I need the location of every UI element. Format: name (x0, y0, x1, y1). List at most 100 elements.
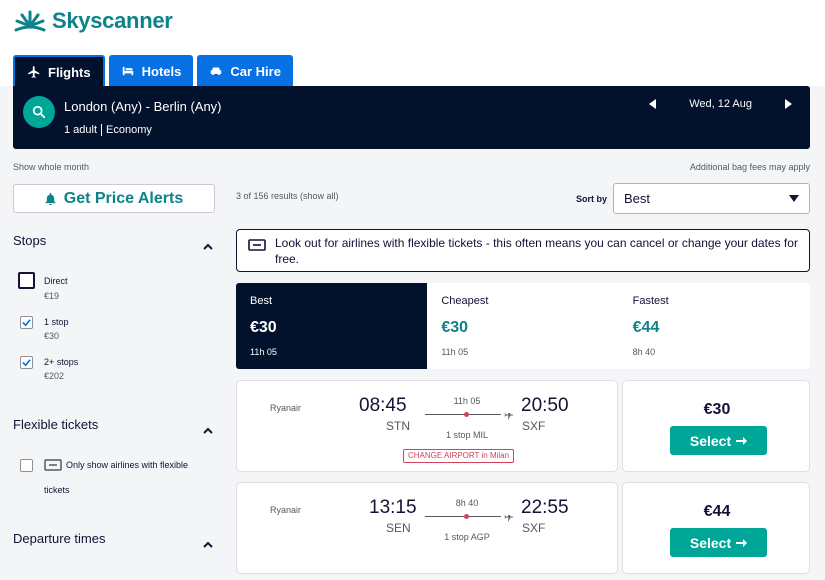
flexible-only-label: Only show airlines with flexible (66, 460, 189, 470)
flight-duration: 11h 05 (453, 396, 481, 406)
tab-hotels[interactable]: Hotels (108, 55, 194, 87)
direct-label: Direct (44, 276, 68, 286)
sort-tab-name: Cheapest (441, 295, 489, 307)
itinerary-details[interactable]: Ryanair 08:45 STN 11h 05 20:50 SXF 1 sto… (236, 380, 618, 472)
two-plus-stops-label: 2+ stops (44, 357, 79, 367)
plane-icon (502, 408, 514, 420)
departure-time: 13:15 (369, 497, 417, 518)
departure-collapse-toggle[interactable] (203, 535, 213, 548)
header: Skyscanner Flights Hotels Car Hire (0, 0, 825, 87)
route-line (425, 516, 501, 517)
previous-date-button[interactable] (647, 98, 659, 110)
chevron-down-icon (789, 195, 799, 202)
selected-date[interactable]: Wed, 12 Aug (689, 98, 752, 110)
itinerary-card[interactable]: Ryanair 13:15 SEN 8h 40 22:55 SXF 1 stop… (236, 482, 810, 574)
stops-info: 1 stop MIL (417, 430, 517, 440)
arrival-time: 20:50 (521, 395, 569, 416)
sort-by-label: Sort by (576, 194, 608, 204)
search-icon (32, 105, 46, 119)
sort-tab-cheapest[interactable]: Cheapest €30 11h 05 (427, 283, 618, 369)
itinerary-card[interactable]: Ryanair 08:45 STN 11h 05 20:50 SXF 1 sto… (236, 380, 810, 472)
stop-dot (464, 412, 469, 417)
brand-name: Skyscanner (52, 8, 173, 33)
stop-airport: MIL (473, 430, 489, 440)
flexible-collapse-toggle[interactable] (203, 421, 213, 434)
flight-duration: 8h 40 (455, 498, 479, 508)
results-count-link[interactable]: 3 of 156 results (show all) (236, 191, 339, 201)
itinerary-price-panel: €44 Select (622, 482, 810, 574)
two-plus-stops-checkbox[interactable] (20, 356, 33, 369)
car-icon (211, 67, 222, 76)
direct-price: €19 (44, 291, 60, 301)
next-date-button[interactable] (782, 98, 794, 110)
one-stop-checkbox[interactable] (20, 316, 33, 329)
sunrise-logo-icon (14, 10, 46, 32)
flexible-only-checkbox[interactable] (20, 459, 33, 472)
one-stop-label: 1 stop (44, 317, 69, 327)
route-line (425, 414, 501, 415)
date-navigator: Wed, 12 Aug (647, 98, 794, 110)
stops-count: 1 stop (445, 430, 473, 440)
notice-text: Look out for airlines with flexible tick… (275, 236, 798, 266)
one-stop-price: €30 (44, 331, 60, 341)
tab-flights[interactable]: Flights (13, 55, 105, 87)
airline-name: Ryanair (270, 505, 302, 515)
sort-tab-duration: 11h 05 (250, 347, 277, 357)
tab-label: Flights (48, 64, 91, 80)
direct-checkbox[interactable] (18, 272, 35, 289)
itinerary-price: €30 (703, 401, 731, 418)
departure-times-title[interactable]: Departure times (13, 531, 105, 546)
arrival-airport: SXF (522, 521, 546, 535)
select-button[interactable]: Select (670, 528, 767, 557)
arrow-right-icon (736, 538, 748, 547)
sort-select[interactable]: Best (613, 183, 810, 214)
tab-label: Hotels (141, 63, 182, 79)
change-airport-warning: CHANGE AIRPORT in Milan (403, 449, 515, 463)
flexible-only-label-cont: tickets (44, 485, 70, 495)
tab-car-hire[interactable]: Car Hire (197, 55, 293, 87)
select-button[interactable]: Select (670, 426, 767, 455)
departure-airport: STN (386, 419, 410, 433)
chevron-up-icon (203, 427, 213, 434)
arrow-right-icon (736, 436, 748, 445)
chevron-up-icon (203, 243, 213, 250)
stop-airport: AGP (470, 532, 490, 542)
flexible-tickets-title[interactable]: Flexible tickets (13, 417, 98, 432)
flexible-tickets-notice: Look out for airlines with flexible tick… (236, 229, 810, 272)
stops-collapse-toggle[interactable] (203, 237, 213, 250)
price-alerts-label: Get Price Alerts (63, 189, 184, 207)
sort-tab-price: €30 (441, 319, 469, 336)
itinerary-price-panel: €30 Select (622, 380, 810, 472)
itinerary-details[interactable]: Ryanair 13:15 SEN 8h 40 22:55 SXF 1 stop… (236, 482, 618, 574)
sort-value: Best (624, 191, 651, 206)
plane-icon (28, 66, 40, 78)
sort-tab-fastest[interactable]: Fastest €44 8h 40 (619, 283, 810, 369)
show-whole-month-link[interactable]: Show whole month (13, 162, 89, 172)
skyscanner-logo[interactable]: Skyscanner (12, 8, 173, 34)
stop-dot (464, 514, 469, 519)
arrow-right-icon (785, 99, 792, 109)
departure-airport: SEN (386, 521, 411, 535)
arrival-time: 22:55 (521, 497, 569, 518)
search-button[interactable] (23, 96, 55, 128)
stops-count: 1 stop (444, 532, 471, 542)
flexible-ticket-icon (44, 459, 62, 471)
checkmark-icon (22, 359, 31, 367)
plane-icon (502, 510, 514, 522)
stops-info: 1 stop AGP (417, 532, 517, 542)
product-tabs: Flights Hotels Car Hire (13, 55, 293, 87)
ticket-icon (248, 239, 266, 251)
sort-tab-price: €44 (632, 319, 660, 336)
select-label: Select (689, 432, 732, 449)
divider (101, 124, 103, 136)
checkmark-icon (22, 319, 31, 327)
cabin-class: Economy (106, 124, 152, 136)
price-alerts-button[interactable]: Get Price Alerts (13, 184, 215, 213)
bell-icon (44, 192, 56, 205)
stops-filter-title[interactable]: Stops (13, 233, 46, 248)
sort-tabs: Best €30 11h 05 Cheapest €30 11h 05 Fast… (236, 283, 810, 369)
search-summary[interactable]: London (Any) - Berlin (Any) 1 adult Econ… (13, 86, 810, 149)
sort-tab-best[interactable]: Best €30 11h 05 (236, 283, 428, 369)
bag-fees-link[interactable]: Additional bag fees may apply (690, 162, 810, 172)
sort-tab-name: Fastest (632, 295, 669, 307)
